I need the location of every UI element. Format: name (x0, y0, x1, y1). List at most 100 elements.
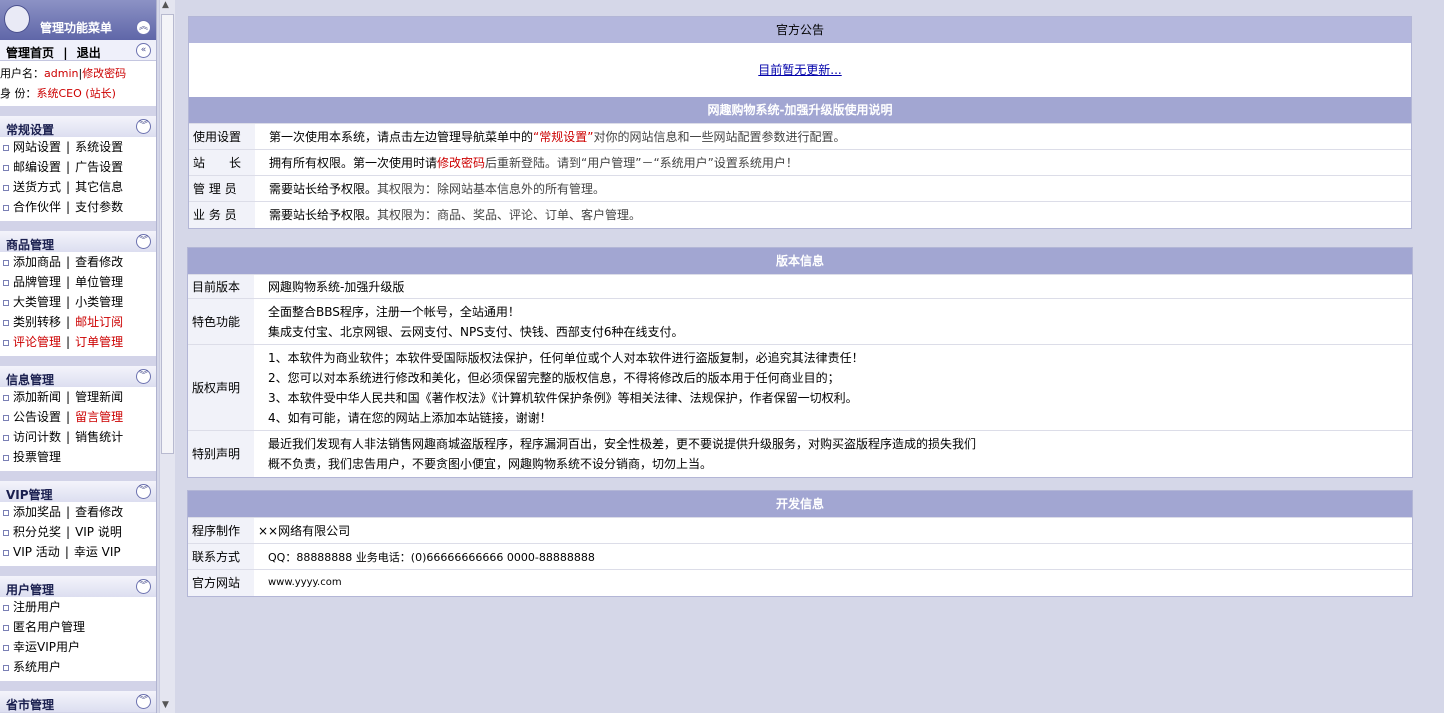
bullet-icon (3, 339, 9, 346)
menu-item[interactable]: 网站设置 (13, 140, 61, 154)
menu-row: 添加新闻 | 管理新闻 (0, 388, 156, 408)
menu-item[interactable]: 订单管理 (75, 335, 123, 349)
menu-item[interactable]: 合作伙伴 (13, 200, 61, 214)
menu-item[interactable]: 添加商品 (13, 255, 61, 269)
menu-item[interactable]: 留言管理 (75, 410, 123, 424)
bullet-icon (3, 454, 9, 461)
menu-item[interactable]: 幸运VIP用户 (13, 640, 80, 654)
copyright-line: 3、本软件受中华人民共和国《著作权法》《计算机软件保护条例》等相关法律、法规保护… (268, 390, 858, 405)
menu-section-header[interactable]: 常规设置 ︾ (0, 116, 156, 137)
menu-item[interactable]: 查看修改 (75, 255, 123, 269)
menu-section-header[interactable]: 用户管理 ︾ (0, 576, 156, 597)
logout-link[interactable]: 退出 (77, 46, 101, 60)
menu-item[interactable]: VIP 活动 (13, 545, 60, 559)
menu-item[interactable]: 评论管理 (13, 335, 61, 349)
collapse-icon[interactable]: ︾ (136, 119, 151, 134)
menu-item[interactable]: 管理新闻 (75, 390, 123, 404)
menu-item[interactable]: 品牌管理 (13, 275, 61, 289)
menu-item[interactable]: 添加新闻 (13, 390, 61, 404)
menu-section-header[interactable]: 信息管理 ︾ (0, 366, 156, 387)
menu-item[interactable]: 邮编设置 (13, 160, 61, 174)
menu-item[interactable]: 公告设置 (13, 410, 61, 424)
bullet-icon (3, 434, 9, 441)
menu-row: 注册用户 (0, 598, 156, 618)
menu-item[interactable]: 注册用户 (13, 600, 61, 614)
menu-section-header[interactable]: 省市管理 ︾ (0, 691, 156, 712)
menu-item[interactable]: 系统用户 (13, 660, 61, 674)
collapse-all-icon[interactable]: ︽ (136, 20, 151, 35)
menu-item[interactable]: 积分兑奖 (13, 525, 61, 539)
bullet-icon (3, 529, 9, 536)
collapse-icon[interactable]: ︾ (136, 234, 151, 249)
menu-item[interactable]: 其它信息 (75, 180, 123, 194)
guide-label: 站 长 (189, 149, 255, 176)
bullet-icon (3, 604, 9, 611)
bullet-icon (3, 259, 9, 266)
notice-panel: 官方公告 目前暂无更新... 网趣购物系统-加强升级版使用说明 使用设置 第一次使… (188, 16, 1412, 229)
scroll-down-icon[interactable]: ▼ (162, 700, 169, 710)
menu-item[interactable]: 幸运 VIP (74, 545, 121, 559)
username: admin (44, 67, 79, 80)
guide-highlight: 修改密码 (437, 156, 486, 170)
menu-row: 类别转移 | 邮址订阅 (0, 313, 156, 333)
sidebar-scrollbar[interactable]: ▲ ▼ (159, 0, 175, 713)
menu-item[interactable]: 大类管理 (13, 295, 61, 309)
special-line: 最近我们发现有人非法销售网趣商城盗版程序，程序漏洞百出，安全性极差，更不要说提供… (268, 436, 977, 451)
menu-section-title: 常规设置 (6, 123, 55, 137)
bullet-icon (3, 624, 9, 631)
table-row: 目前版本 网趣购物系统-加强升级版 (188, 274, 1412, 299)
menu-header: 管理功能菜单 ︽ (0, 0, 156, 40)
menu-item[interactable]: 广告设置 (75, 160, 123, 174)
copyright-line: 2、您可以对本系统进行修改和美化，但必须保留完整的版权信息，不得将修改后的版本用… (268, 370, 840, 385)
menu-section-title: 省市管理 (6, 698, 55, 712)
copyright-label: 版权声明 (188, 344, 254, 431)
menu-item[interactable]: 访问计数 (13, 430, 61, 444)
dev-panel: 开发信息 程序制作 ××网络有限公司 联系方式 QQ：88888888 业务电话… (187, 490, 1413, 597)
special-line: 概不负责，我们忠告用户，不要贪图小便宜，网趣购物系统不设分销商，切勿上当。 (268, 456, 713, 471)
menu-item[interactable]: 小类管理 (75, 295, 123, 309)
menu-item[interactable]: 销售统计 (75, 430, 123, 444)
guide-table: 使用设置 第一次使用本系统，请点击左边管理导航菜单中的“常规设置”对你的网站信息和… (189, 123, 1411, 228)
menu-item[interactable]: 送货方式 (13, 180, 61, 194)
menu-item[interactable]: 单位管理 (75, 275, 123, 289)
scroll-up-icon[interactable]: ▲ (162, 0, 169, 10)
bullet-icon (3, 164, 9, 171)
sidebar-hide-icon[interactable]: « (136, 43, 151, 58)
collapse-icon[interactable]: ︾ (136, 579, 151, 594)
bullet-icon (3, 394, 9, 401)
menu-row: 添加商品 | 查看修改 (0, 253, 156, 273)
menu-item[interactable]: 查看修改 (75, 505, 123, 519)
maker-label: 程序制作 (188, 517, 254, 544)
bullet-icon (3, 204, 9, 211)
contact-value: QQ：88888888 业务电话：(0)66666666666 0000-888… (254, 543, 1412, 570)
table-row: 特别声明 最近我们发现有人非法销售网趣商城盗版程序，程序漏洞百出，安全性极差，更… (188, 430, 1412, 477)
bullet-icon (3, 184, 9, 191)
menu-item[interactable]: 系统设置 (75, 140, 123, 154)
menu-item[interactable]: 匿名用户管理 (13, 620, 85, 634)
collapse-icon[interactable]: ︾ (136, 484, 151, 499)
collapse-icon[interactable]: ︾ (136, 694, 151, 709)
current-version-label: 目前版本 (188, 274, 254, 299)
change-password-link[interactable]: 修改密码 (82, 67, 126, 80)
site-label: 官方网站 (188, 569, 254, 596)
menu-item[interactable]: 投票管理 (13, 450, 61, 464)
collapse-icon[interactable]: ︾ (136, 369, 151, 384)
menu-item[interactable]: 添加奖品 (13, 505, 61, 519)
menu-section: 用户管理 ︾ 注册用户匿名用户管理 幸运VIP用户 系统用户 (0, 576, 156, 681)
bullet-icon (3, 664, 9, 671)
menu-row: 邮编设置 | 广告设置 (0, 158, 156, 178)
menu-row: 幸运VIP用户 (0, 638, 156, 658)
scroll-thumb[interactable] (161, 14, 174, 454)
menu-item[interactable]: 类别转移 (13, 315, 61, 329)
menu-row: 大类管理 | 小类管理 (0, 293, 156, 313)
menu-section-header[interactable]: 商品管理 ︾ (0, 231, 156, 252)
menu-item[interactable]: 邮址订阅 (75, 315, 123, 329)
menu-section-header[interactable]: VIP管理 ︾ (0, 481, 156, 502)
notice-link[interactable]: 目前暂无更新... (758, 63, 841, 77)
menu-section-title: 用户管理 (6, 583, 55, 597)
menu-item[interactable]: VIP 说明 (75, 525, 122, 539)
menu-item[interactable]: 支付参数 (75, 200, 123, 214)
menu-row: 添加奖品 | 查看修改 (0, 503, 156, 523)
admin-home-link[interactable]: 管理首页 (6, 46, 54, 60)
copyright-line: 1、本软件为商业软件；本软件受国际版权法保护，任何单位或个人对本软件进行盗版复制… (268, 350, 864, 365)
